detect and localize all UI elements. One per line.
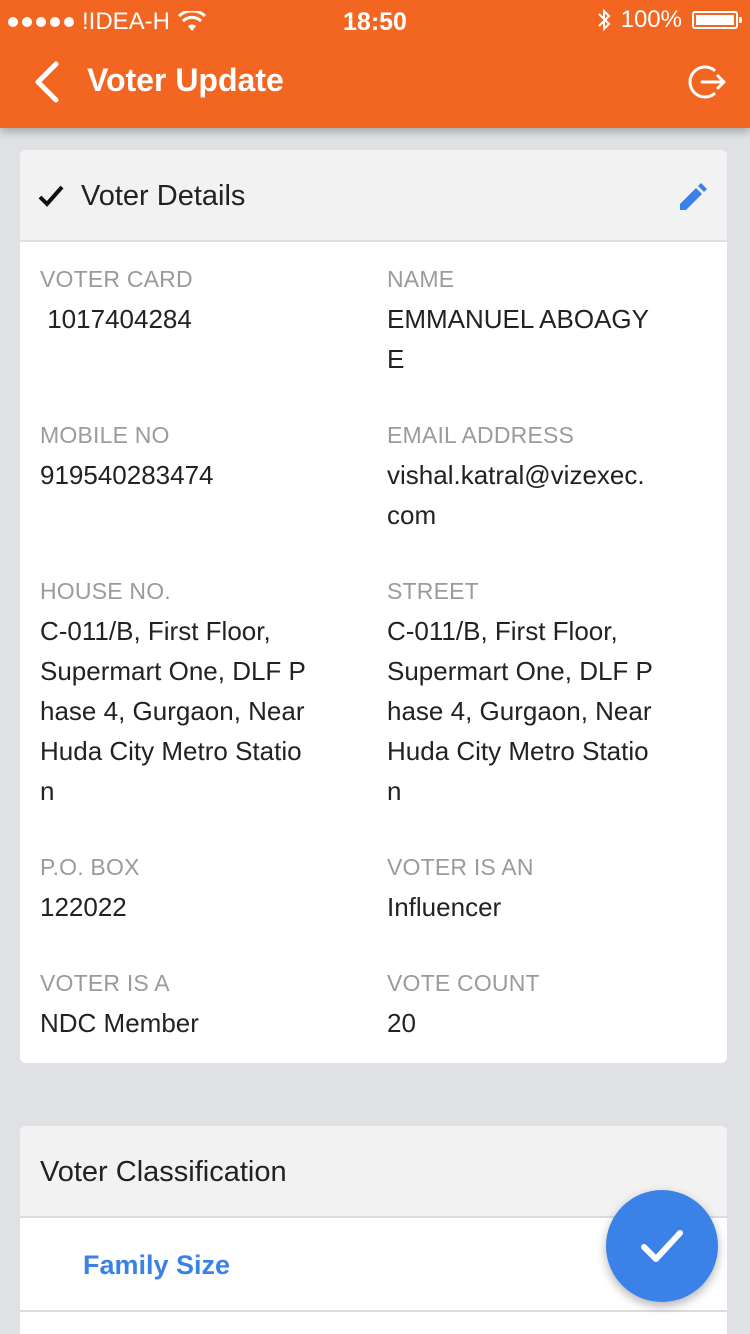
- edit-pencil-icon[interactable]: [677, 183, 707, 213]
- voter-card-label: VOTER CARD: [40, 266, 193, 292]
- email-value: vishal.katral@vizexec. com: [387, 460, 645, 530]
- name-value: EMMANUEL ABOAGY E: [387, 304, 649, 374]
- voter-card-field: VOTER CARD 1017404284: [40, 266, 193, 339]
- voter-is-an-label: VOTER IS AN: [387, 854, 534, 880]
- vote-count-label: VOTE COUNT: [387, 970, 540, 996]
- name-field: NAME EMMANUEL ABOAGY E: [387, 266, 649, 379]
- mobile-field: MOBILE NO 919540283474: [40, 422, 214, 495]
- vote-count-field: VOTE COUNT 20: [387, 970, 540, 1043]
- page-title: Voter Update: [87, 62, 284, 98]
- battery-percentage: 100%: [620, 6, 682, 33]
- voter-is-an-value: Influencer: [387, 892, 502, 922]
- voter-classification-header[interactable]: Voter Classification: [20, 1126, 727, 1218]
- battery-icon: [692, 11, 742, 29]
- voter-is-an-field: VOTER IS AN Influencer: [387, 854, 534, 927]
- voter-is-a-value: NDC Member: [40, 1008, 199, 1038]
- email-field: EMAIL ADDRESS vishal.katral@vizexec. com: [387, 422, 645, 535]
- status-bar: !IDEA-H 18:50 100%: [0, 0, 750, 40]
- top-app-bar: !IDEA-H 18:50 100% Voter Update: [0, 0, 750, 128]
- po-box-field: P.O. BOX 122022: [40, 854, 140, 927]
- submit-fab-button[interactable]: [606, 1190, 718, 1302]
- divider: [20, 1310, 727, 1312]
- street-value: C-011/B, First Floor, Supermart One, DLF…: [387, 616, 653, 806]
- house-value: C-011/B, First Floor, Supermart One, DLF…: [40, 616, 306, 806]
- voter-details-title: Voter Details: [81, 180, 246, 212]
- bluetooth-icon: [597, 8, 611, 32]
- mobile-label: MOBILE NO: [40, 422, 170, 448]
- mobile-value: 919540283474: [40, 460, 214, 490]
- email-label: EMAIL ADDRESS: [387, 422, 575, 448]
- voter-card-value: 1017404284: [40, 304, 192, 334]
- street-field: STREET C-011/B, First Floor, Supermart O…: [387, 578, 653, 811]
- family-size-item[interactable]: Family Size: [83, 1250, 230, 1281]
- voter-classification-title: Voter Classification: [40, 1156, 287, 1188]
- voter-details-header[interactable]: Voter Details: [20, 150, 727, 242]
- voter-is-a-field: VOTER IS A NDC Member: [40, 970, 199, 1043]
- house-field: HOUSE NO. C-011/B, First Floor, Supermar…: [40, 578, 306, 811]
- po-box-label: P.O. BOX: [40, 854, 140, 880]
- voter-is-a-label: VOTER IS A: [40, 970, 170, 996]
- po-box-value: 122022: [40, 892, 127, 922]
- checkmark-icon: [38, 185, 64, 207]
- name-label: NAME: [387, 266, 455, 292]
- logout-icon[interactable]: [688, 62, 728, 102]
- vote-count-value: 20: [387, 1008, 416, 1038]
- street-label: STREET: [387, 578, 479, 604]
- house-label: HOUSE NO.: [40, 578, 171, 604]
- back-chevron-icon[interactable]: [28, 60, 68, 104]
- checkmark-icon: [641, 1230, 683, 1262]
- navigation-bar: Voter Update: [0, 40, 750, 128]
